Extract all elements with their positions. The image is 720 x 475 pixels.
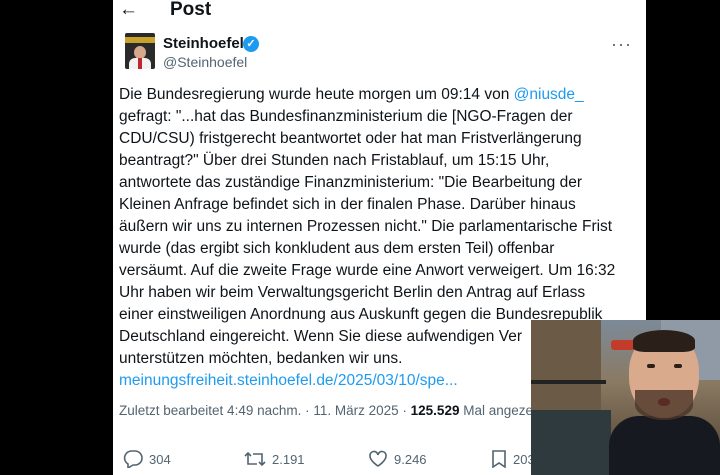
reply-icon [123, 450, 143, 468]
author-handle[interactable]: @Steinhoefel [163, 54, 247, 70]
like-count: 9.246 [394, 451, 427, 467]
tweet-line: Die Bundesregierung wurde heute morgen u… [119, 86, 584, 103]
bookmark-icon [492, 450, 506, 468]
heart-icon [369, 450, 387, 467]
like-button[interactable]: 9.246 [368, 450, 427, 468]
avatar[interactable] [125, 33, 155, 69]
tweet-line: gefragt: "...hat das Bundesfinanzministe… [119, 108, 573, 125]
tweet-line: beantragt?" Über drei Stunden nach Frist… [119, 152, 550, 169]
repost-icon [244, 451, 266, 467]
verified-badge-icon: ✓ [243, 36, 259, 52]
more-options-icon[interactable]: ··· [611, 34, 632, 55]
tweet-line: versäumt. Auf die zweite Frage wurde ein… [119, 262, 616, 279]
views-label: Mal angeze [459, 403, 534, 418]
tweet-line: wurde (das ergibt sich konkludent aus de… [119, 240, 555, 257]
reply-button[interactable]: 304 [123, 450, 171, 468]
reply-count: 304 [149, 451, 171, 467]
webcam-overlay [531, 320, 720, 475]
bookmark-button[interactable]: 203 [491, 450, 535, 468]
view-count: 125.529 [410, 403, 460, 418]
back-arrow-icon[interactable]: ← [119, 0, 138, 20]
tweet-line: Uhr haben wir beim Verwaltungsgericht Be… [119, 284, 586, 301]
top-bar: ← Post [113, 0, 646, 24]
repost-button[interactable]: 2.191 [244, 450, 305, 468]
tweet-line: antwortete das zuständige Finanzminister… [119, 174, 582, 191]
tweet-line: CDU/CSU) fristgerecht beantwortet oder h… [119, 130, 582, 147]
edited-timestamp[interactable]: Zuletzt bearbeitet 4:49 nachm. · 11. Mär… [119, 403, 411, 418]
page-title: Post [170, 0, 212, 20]
tweet-line: Kleinen Anfrage befindet sich in der fin… [119, 196, 576, 213]
mention-link[interactable]: @niusde_ [514, 86, 584, 103]
post-meta: Zuletzt bearbeitet 4:49 nachm. · 11. Mär… [119, 403, 533, 418]
tweet-line: äußern wir uns zu internen Prozessen nic… [119, 218, 613, 235]
repost-count: 2.191 [272, 451, 305, 467]
author-name[interactable]: Steinhoefel [163, 35, 244, 52]
